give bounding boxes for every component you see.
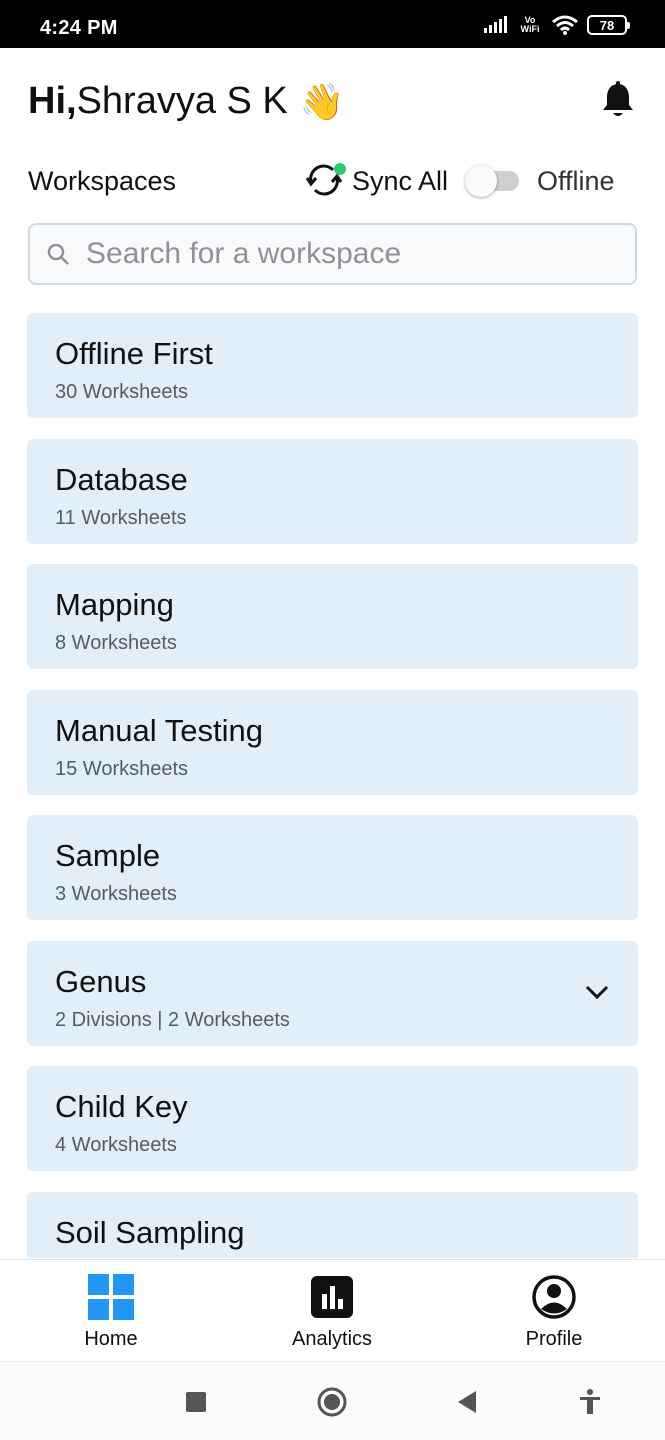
recent-apps-icon[interactable] [180,1386,212,1418]
search-icon [47,243,69,265]
offline-toggle-knob [465,165,497,197]
workspace-card-manual-testing[interactable]: Manual Testing 15 Worksheets [27,689,638,795]
workspace-list: Offline First 30 Worksheets Database 11 … [27,313,638,1258]
status-icons: Vo WiFi 78 [483,14,630,36]
search-placeholder: Search for a workspace [86,237,402,270]
nav-analytics-label: Analytics [291,1328,373,1350]
offline-toggle[interactable] [465,165,521,197]
greeting: Hi, Shravya S K 👋 [28,80,345,123]
workspace-card-database[interactable]: Database 11 Worksheets [27,438,638,544]
signal-icon [484,16,507,33]
wifi-icon [552,15,578,35]
back-icon[interactable] [452,1386,484,1418]
battery-icon: 78 [587,15,630,35]
workspace-meta: 30 Worksheets [55,381,189,403]
workspace-meta: 8 Worksheets [55,632,177,654]
workspace-name: Genus [55,963,147,999]
workspace-name: Mapping [55,587,174,622]
workspace-meta: 4 Worksheets [55,1134,177,1156]
workspace-card-sample[interactable]: Sample 3 Worksheets [27,815,638,920]
workspaces-title: Workspaces [28,166,177,196]
workspace-name: Child Key [55,1089,188,1124]
search-input[interactable]: Search for a workspace [28,223,637,285]
workspace-name: Soil Sampling [55,1214,245,1250]
workspace-card-genus[interactable]: Genus 2 Divisions | 2 Worksheets [27,940,638,1046]
chevron-down-icon[interactable] [584,983,610,1001]
sync-all-button[interactable]: Sync All [352,166,448,197]
user-name: Shravya S K [76,80,288,122]
workspace-meta: 11 Worksheets [55,506,187,529]
profile-icon [532,1275,576,1319]
home-grid-icon [88,1274,134,1320]
workspace-meta: 15 Worksheets [55,757,189,780]
workspace-card-child-key[interactable]: Child Key 4 Worksheets [27,1066,638,1171]
workspace-card-soil-sampling[interactable]: Soil Sampling [27,1191,638,1258]
nav-home[interactable]: Home [46,1274,176,1354]
status-bar: 4:24 PM Vo WiFi 78 [0,0,665,48]
offline-label: Offline [537,166,615,196]
workspace-card-offline-first[interactable]: Offline First 30 Worksheets [27,313,638,418]
system-navigation-bar [0,1361,665,1440]
workspace-name: Database [55,461,188,497]
workspace-name: Offline First [55,336,213,371]
accessibility-icon[interactable] [574,1386,606,1418]
nav-analytics[interactable]: Analytics [267,1274,397,1354]
notification-bell-icon[interactable] [598,80,638,120]
workspace-name: Sample [55,838,161,873]
analytics-icon [311,1276,353,1318]
home-button-icon[interactable] [316,1386,348,1418]
sync-icon[interactable] [305,162,349,198]
workspace-card-mapping[interactable]: Mapping 8 Worksheets [27,564,638,669]
bottom-navigation: Home Analytics Profile [0,1259,665,1361]
workspace-meta: 3 Worksheets [55,883,177,905]
workspace-name: Manual Testing [55,712,263,748]
waving-hand-icon: 👋 [299,80,345,122]
nav-home-label: Home [84,1328,138,1350]
sync-status-dot [334,163,346,175]
nav-profile[interactable]: Profile [489,1274,619,1354]
vowifi-label: Vo WiFi [520,15,540,34]
workspace-meta: 2 Divisions | 2 Worksheets [55,1008,290,1031]
nav-profile-label: Profile [525,1328,583,1350]
status-time: 4:24 PM [40,17,118,39]
battery-level: 78 [599,17,615,33]
greeting-prefix: Hi, [28,80,77,122]
